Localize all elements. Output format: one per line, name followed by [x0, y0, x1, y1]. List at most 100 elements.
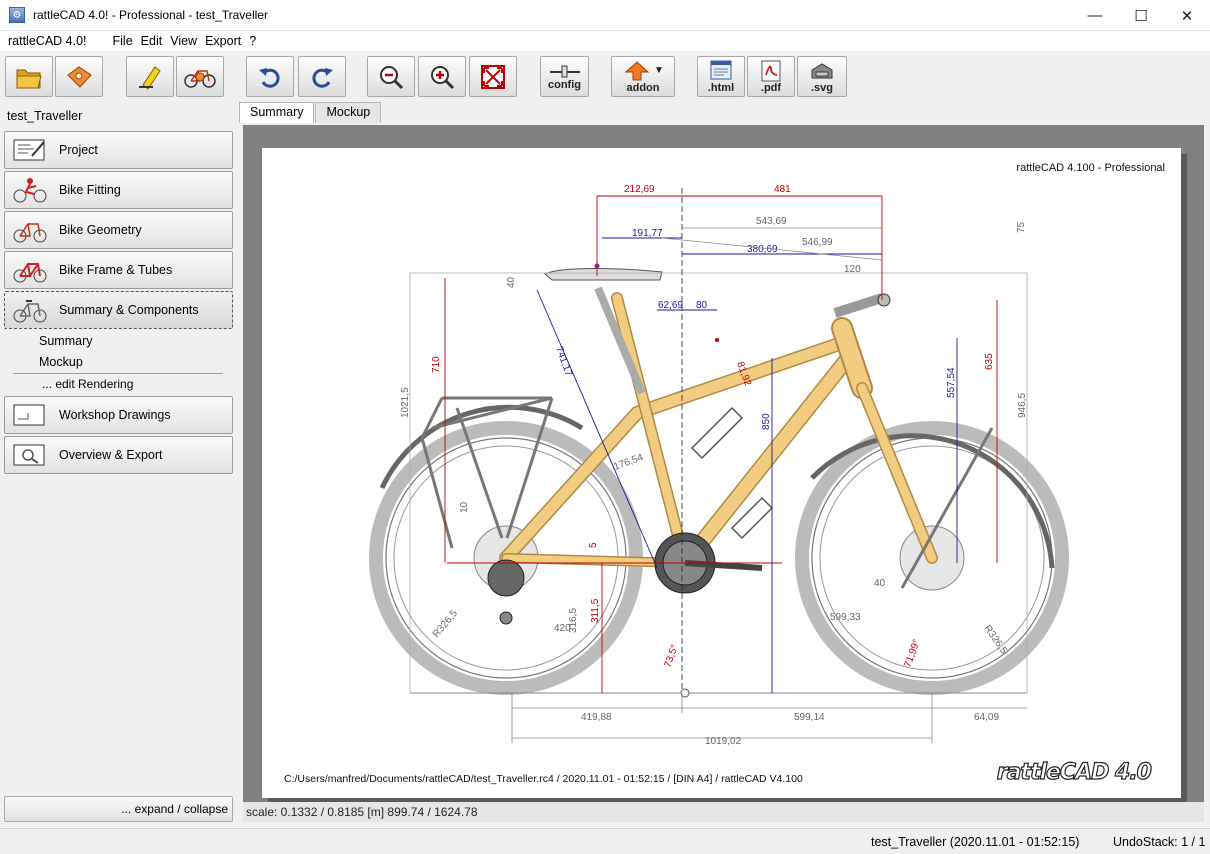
save-icon [67, 65, 92, 88]
dim-326b: R326,5 [982, 623, 1010, 656]
title-bar: ⚙ rattleCAD 4.0! - Professional - test_T… [0, 0, 1210, 31]
status-bar: test_Traveller (2020.11.01 - 01:52:15) U… [0, 828, 1210, 854]
pen-icon [139, 65, 161, 90]
pdf-export-label: .pdf [760, 81, 782, 94]
menu-export[interactable]: Export [201, 34, 245, 48]
left-panel: test_Traveller Project Bike Fitting Bike… [0, 101, 237, 826]
zoom-in-button[interactable] [418, 56, 466, 97]
bike-drawing: rattle cad 212,69 481 710 635 81,92 5 31… [369, 184, 1069, 747]
addon-icon [624, 60, 650, 80]
workshop-icon [11, 400, 49, 430]
sidebar-subitem-mockup[interactable]: Mockup [39, 355, 83, 369]
sheet-footer: C:/Users/manfred/Documents/rattleCAD/tes… [284, 773, 803, 785]
dim-64: 64,09 [974, 712, 999, 723]
dim-10: 10 [459, 501, 470, 513]
html-export-label: .html [707, 81, 735, 94]
dim-176: 176,54 [612, 452, 645, 473]
open-button[interactable] [5, 56, 53, 97]
project-name: test_Traveller [7, 109, 83, 123]
html-export-icon [710, 60, 732, 79]
sidebar-item-label: Workshop Drawings [59, 408, 171, 422]
save-button[interactable] [55, 56, 103, 97]
svg-export-button[interactable]: .svg [797, 56, 847, 97]
bike-fitting-icon [11, 175, 49, 205]
bike-config-button[interactable] [176, 56, 224, 97]
dim-543: 543,69 [756, 216, 787, 227]
dim-741: 741,17 [553, 345, 574, 378]
sidebar-item-bike-fitting[interactable]: Bike Fitting [4, 171, 233, 209]
bike-frame [499, 292, 938, 571]
dim-75: 75 [1016, 221, 1027, 233]
tab-bar: Summary Mockup [239, 102, 382, 123]
minimize-button[interactable]: — [1072, 0, 1118, 31]
zoom-fit-icon [481, 64, 505, 89]
sidebar-item-bike-geometry[interactable]: Bike Geometry [4, 211, 233, 249]
dim-62: 62,69 [658, 300, 683, 311]
zoom-fit-button[interactable] [469, 56, 517, 97]
drawing-canvas[interactable]: rattleCAD 4.100 - Professional rattle ca… [243, 125, 1204, 802]
dim-1021: 1021,5 [400, 387, 411, 418]
undo-icon [259, 67, 280, 88]
toolbar: config ▼ addon .html .pdf .svg [0, 51, 1210, 101]
drawing-sheet: rattleCAD 4.100 - Professional rattle ca… [262, 148, 1181, 798]
menu-view[interactable]: View [166, 34, 201, 48]
config-icon [549, 65, 580, 77]
dim-599b: 599,14 [794, 712, 825, 723]
tab-mockup[interactable]: Mockup [315, 102, 382, 123]
status-file: test_Traveller (2020.11.01 - 01:52:15) [871, 835, 1080, 849]
menu-file[interactable]: File [109, 34, 137, 48]
close-button[interactable]: ✕ [1164, 0, 1210, 31]
chevron-down-icon: ▼ [654, 65, 664, 76]
zoom-in-icon [431, 65, 455, 89]
dim-40b: 40 [874, 578, 886, 589]
menu-app-label[interactable]: rattleCAD 4.0! [4, 34, 91, 48]
undo-button[interactable] [246, 56, 294, 97]
redo-icon [312, 67, 333, 88]
config-button[interactable]: config [540, 56, 589, 97]
html-export-button[interactable]: .html [697, 56, 745, 97]
dim-481: 481 [774, 184, 791, 195]
dim-191: 191,77 [632, 228, 663, 239]
sidebar-item-workshop[interactable]: Workshop Drawings [4, 396, 233, 434]
svg-export-label: .svg [810, 81, 833, 94]
pdf-export-button[interactable]: .pdf [747, 56, 795, 97]
sidebar-item-overview[interactable]: Overview & Export [4, 436, 233, 474]
dim-735: 73,5° [662, 643, 680, 669]
edit-rendering-link[interactable]: ... edit Rendering [42, 377, 133, 391]
sidebar-item-label: Project [59, 143, 98, 157]
pen-button[interactable] [126, 56, 174, 97]
dim-420: 420 [554, 623, 571, 634]
dim-212: 212,69 [624, 184, 655, 195]
dim-311: 311,5 [590, 598, 601, 623]
sidebar-item-summary[interactable]: Summary & Components [4, 291, 233, 329]
window-title: rattleCAD 4.0! - Professional - test_Tra… [33, 8, 268, 22]
open-folder-icon [16, 69, 42, 88]
tab-summary[interactable]: Summary [239, 102, 315, 123]
scale-readout: scale: 0.1332 / 0.8185 [m] 899.74 / 1624… [243, 802, 1204, 822]
config-label: config [548, 78, 581, 91]
menu-help[interactable]: ? [245, 34, 260, 48]
bike-frame-icon [11, 255, 49, 285]
menu-edit[interactable]: Edit [137, 34, 167, 48]
expand-collapse-button[interactable]: ... expand / collapse [4, 796, 233, 822]
rattlecad-app-icon[interactable]: ⚙ [9, 7, 25, 23]
addon-button[interactable]: ▼ addon [611, 56, 675, 97]
status-undo: UndoStack: 1 / 1 [1113, 835, 1206, 849]
rattlecad-logo: rattleCAD 4.0 [996, 759, 1152, 785]
sidebar-item-bike-frame[interactable]: Bike Frame & Tubes [4, 251, 233, 289]
dims-red [444, 195, 998, 693]
sidebar-subitem-summary[interactable]: Summary [39, 334, 92, 348]
sidebar-item-label: Overview & Export [59, 448, 163, 462]
dim-80: 80 [696, 300, 708, 311]
zoom-out-button[interactable] [367, 56, 415, 97]
dim-710: 710 [431, 356, 442, 373]
svg-export-icon [811, 62, 833, 78]
redo-button[interactable] [298, 56, 346, 97]
project-icon [11, 135, 49, 165]
sidebar-item-label: Summary & Components [59, 303, 199, 317]
dim-946: 946,5 [1017, 393, 1028, 418]
sidebar-item-project[interactable]: Project [4, 131, 233, 169]
maximize-button[interactable]: ☐ [1118, 0, 1164, 31]
overview-icon [11, 440, 49, 470]
dim-635: 635 [984, 353, 995, 370]
